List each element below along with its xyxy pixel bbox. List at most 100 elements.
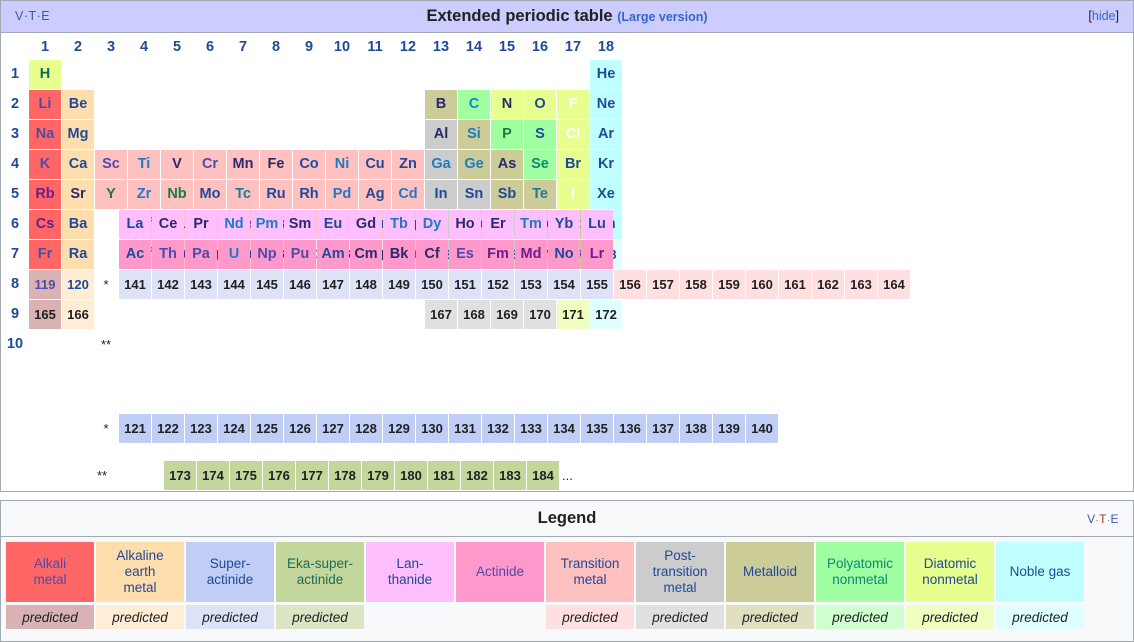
element-Xe[interactable]: Xe [590, 180, 622, 209]
group-header-17[interactable]: 17 [557, 37, 589, 57]
element-Sc[interactable]: Sc [95, 150, 127, 179]
period-header-3[interactable]: 3 [5, 120, 25, 149]
element-Te[interactable]: Te [524, 180, 556, 209]
element-184[interactable]: 184 [527, 461, 559, 490]
element-Tc[interactable]: Tc [227, 180, 259, 209]
element-Y[interactable]: Y [95, 180, 127, 209]
legend-predicted-2[interactable]: predicted [186, 605, 274, 629]
element-124[interactable]: 124 [218, 414, 250, 443]
element-N[interactable]: N [491, 90, 523, 119]
element-Th[interactable]: Th [152, 240, 184, 269]
group-header-6[interactable]: 6 [194, 37, 226, 57]
element-S[interactable]: S [524, 120, 556, 149]
element-123[interactable]: 123 [185, 414, 217, 443]
element-126[interactable]: 126 [284, 414, 316, 443]
element-Tb[interactable]: Tb [383, 210, 415, 239]
element-139[interactable]: 139 [713, 414, 745, 443]
element-130[interactable]: 130 [416, 414, 448, 443]
element-Na[interactable]: Na [29, 120, 61, 149]
element-Dy[interactable]: Dy [416, 210, 448, 239]
element-La[interactable]: La [119, 210, 151, 239]
element-121[interactable]: 121 [119, 414, 151, 443]
group-header-4[interactable]: 4 [128, 37, 160, 57]
element-137[interactable]: 137 [647, 414, 679, 443]
element-Ru[interactable]: Ru [260, 180, 292, 209]
legend-vte-links[interactable]: V·T·E [1087, 512, 1119, 526]
element-Np[interactable]: Np [251, 240, 283, 269]
element-182[interactable]: 182 [461, 461, 493, 490]
legend-vte-e[interactable]: E [1110, 512, 1119, 526]
group-header-1[interactable]: 1 [29, 37, 61, 57]
period-header-8[interactable]: 8 [5, 270, 25, 299]
legend-predicted-6[interactable]: predicted [546, 605, 634, 629]
element-172[interactable]: 172 [590, 300, 622, 329]
legend-vte-t[interactable]: T [1099, 512, 1107, 526]
element-Mo[interactable]: Mo [194, 180, 226, 209]
hide-label[interactable]: hide [1092, 9, 1116, 23]
element-149[interactable]: 149 [383, 270, 415, 299]
element-Pd[interactable]: Pd [326, 180, 358, 209]
element-152[interactable]: 152 [482, 270, 514, 299]
element-Cl[interactable]: Cl [557, 120, 589, 149]
element-179[interactable]: 179 [362, 461, 394, 490]
legend-predicted-7[interactable]: predicted [636, 605, 724, 629]
legend-predicted-8[interactable]: predicted [726, 605, 814, 629]
element-167[interactable]: 167 [425, 300, 457, 329]
group-header-15[interactable]: 15 [491, 37, 523, 57]
element-129[interactable]: 129 [383, 414, 415, 443]
legend-vte-v[interactable]: V [1087, 512, 1096, 526]
element-132[interactable]: 132 [482, 414, 514, 443]
period-header-4[interactable]: 4 [5, 150, 25, 179]
element-Ra[interactable]: Ra [62, 240, 94, 269]
element-Mn[interactable]: Mn [227, 150, 259, 179]
element-Sn[interactable]: Sn [458, 180, 490, 209]
element-Pr[interactable]: Pr [185, 210, 217, 239]
element-158[interactable]: 158 [680, 270, 712, 299]
element-Mg[interactable]: Mg [62, 120, 94, 149]
element-181[interactable]: 181 [428, 461, 460, 490]
element-125[interactable]: 125 [251, 414, 283, 443]
group-header-12[interactable]: 12 [392, 37, 424, 57]
element-Es[interactable]: Es [449, 240, 481, 269]
element-Cr[interactable]: Cr [194, 150, 226, 179]
element-Ga[interactable]: Ga [425, 150, 457, 179]
element-He[interactable]: He [590, 60, 622, 89]
legend-swatch-9[interactable]: Polyatomic nonmetal [816, 542, 904, 602]
element-148[interactable]: 148 [350, 270, 382, 299]
element-Md[interactable]: Md [515, 240, 547, 269]
group-header-9[interactable]: 9 [293, 37, 325, 57]
element-Co[interactable]: Co [293, 150, 325, 179]
element-Ba[interactable]: Ba [62, 210, 94, 239]
element-Sr[interactable]: Sr [62, 180, 94, 209]
element-In[interactable]: In [425, 180, 457, 209]
element-Pu[interactable]: Pu [284, 240, 316, 269]
legend-predicted-11[interactable]: predicted [996, 605, 1084, 629]
element-Ar[interactable]: Ar [590, 120, 622, 149]
element-174[interactable]: 174 [197, 461, 229, 490]
element-141[interactable]: 141 [119, 270, 151, 299]
element-No[interactable]: No [548, 240, 580, 269]
element-160[interactable]: 160 [746, 270, 778, 299]
period-header-7[interactable]: 7 [5, 240, 25, 269]
group-header-7[interactable]: 7 [227, 37, 259, 57]
element-As[interactable]: As [491, 150, 523, 179]
element-140[interactable]: 140 [746, 414, 778, 443]
element-K[interactable]: K [29, 150, 61, 179]
period-header-10[interactable]: 10 [5, 330, 25, 359]
legend-predicted-10[interactable]: predicted [906, 605, 994, 629]
element-156[interactable]: 156 [614, 270, 646, 299]
element-Tm[interactable]: Tm [515, 210, 547, 239]
group-header-13[interactable]: 13 [425, 37, 457, 57]
period-header-5[interactable]: 5 [5, 180, 25, 209]
element-B[interactable]: B [425, 90, 457, 119]
legend-swatch-8[interactable]: Metalloid [726, 542, 814, 602]
element-183[interactable]: 183 [494, 461, 526, 490]
element-151[interactable]: 151 [449, 270, 481, 299]
element-169[interactable]: 169 [491, 300, 523, 329]
element-142[interactable]: 142 [152, 270, 184, 299]
element-Al[interactable]: Al [425, 120, 457, 149]
element-144[interactable]: 144 [218, 270, 250, 299]
element-122[interactable]: 122 [152, 414, 184, 443]
period-header-2[interactable]: 2 [5, 90, 25, 119]
element-135[interactable]: 135 [581, 414, 613, 443]
